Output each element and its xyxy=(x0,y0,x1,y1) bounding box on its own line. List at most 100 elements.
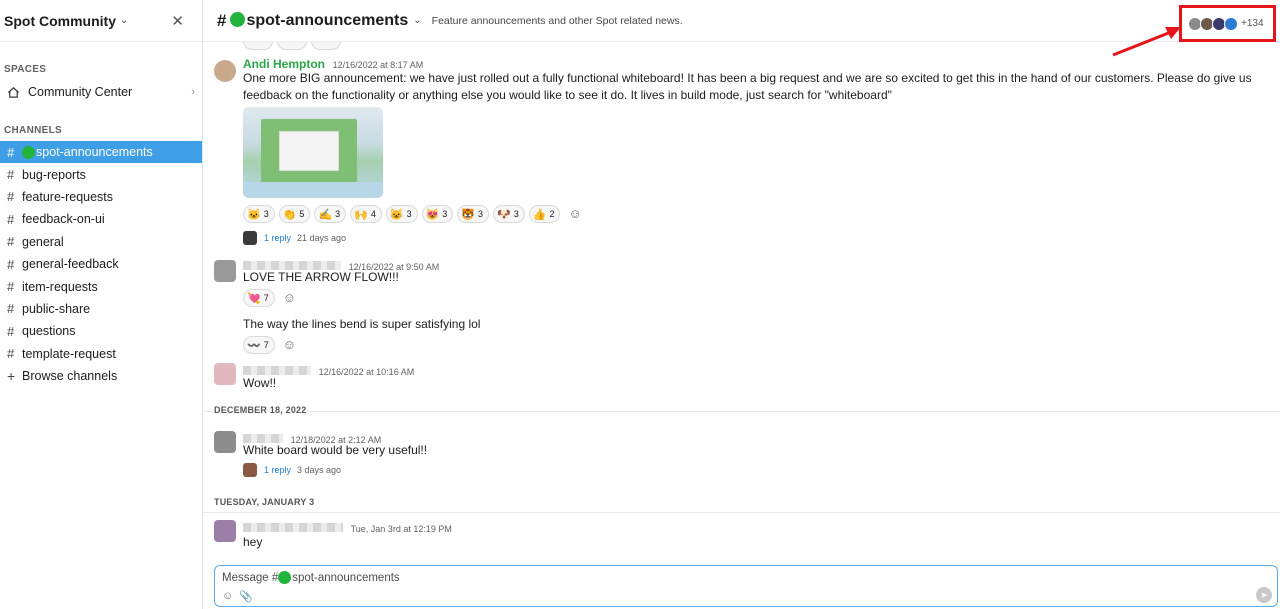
reaction-emoji: 〰️ xyxy=(247,339,261,352)
reaction-emoji: 🐱 xyxy=(247,208,261,221)
sidebar-item-feedback-on-ui[interactable]: # feedback-on-ui xyxy=(0,208,202,230)
reaction-pill[interactable]: 🐶 3 xyxy=(493,205,525,223)
reaction-pill[interactable] xyxy=(277,42,307,50)
chevron-down-icon[interactable]: ⌄ xyxy=(413,15,421,26)
green-circle-icon xyxy=(278,571,292,584)
emoji-icon[interactable]: ☺ xyxy=(222,590,233,603)
message-input[interactable]: Message # spot-announcements xyxy=(222,571,400,584)
member-count: +134 xyxy=(1241,18,1264,29)
composer-toolbar: ☺ 📎 xyxy=(222,590,253,603)
channel-description: Feature announcements and other Spot rel… xyxy=(431,14,683,27)
avatar[interactable] xyxy=(214,60,236,82)
workspace-name[interactable]: Spot Community xyxy=(4,13,116,29)
reaction-pill[interactable] xyxy=(243,42,273,50)
avatar[interactable] xyxy=(214,520,236,542)
close-icon[interactable]: ✕ xyxy=(171,12,184,30)
send-icon[interactable]: ➤ xyxy=(1256,587,1272,603)
sidebar-item-template-request[interactable]: # template-request xyxy=(0,343,202,365)
browse-channels-button[interactable]: + Browse channels xyxy=(0,365,202,387)
reaction-pill[interactable]: 😻 3 xyxy=(421,205,454,223)
channel-view: # spot-announcements ⌄ Feature announcem… xyxy=(203,0,1280,609)
add-reaction-icon[interactable]: ☺ xyxy=(283,289,296,307)
sidebar-item-spot-announcements[interactable]: # spot-announcements xyxy=(0,141,202,164)
reaction-pill[interactable]: 💘 7 xyxy=(243,289,275,307)
channel-name: spot-announcements xyxy=(246,11,409,29)
date-divider xyxy=(203,512,1280,513)
reaction-pill[interactable]: 🐱 3 xyxy=(243,205,275,223)
sidebar-item-general[interactable]: # general xyxy=(0,231,202,253)
hash-icon: # xyxy=(7,234,15,250)
avatar[interactable] xyxy=(214,431,236,453)
message-composer[interactable]: Message # spot-announcements ☺ 📎 ➤ xyxy=(214,565,1278,607)
sidebar-item-questions[interactable]: # questions xyxy=(0,320,202,342)
add-reaction-icon[interactable]: ☺ xyxy=(283,336,296,354)
avatar[interactable] xyxy=(214,363,236,385)
member-avatar xyxy=(1224,16,1238,31)
hash-icon: # xyxy=(7,144,15,160)
timestamp[interactable]: Tue, Jan 3rd at 12:19 PM xyxy=(351,524,452,534)
add-reaction-icon[interactable]: ☺ xyxy=(568,205,581,223)
avatar xyxy=(243,231,257,245)
browse-channels-label: Browse channels xyxy=(22,369,118,384)
hash-icon: # xyxy=(7,167,15,183)
sidebar-item-label: general xyxy=(22,234,64,249)
avatar[interactable] xyxy=(214,260,236,282)
member-avatars-button[interactable]: +134 xyxy=(1179,5,1276,42)
message-text: Wow!! xyxy=(243,376,277,390)
reaction-pill[interactable]: 🐯 3 xyxy=(457,205,490,223)
hash-icon: # xyxy=(7,346,15,362)
hash-icon: # xyxy=(7,256,15,272)
chevron-down-icon[interactable]: ⌄ xyxy=(120,15,128,26)
timestamp[interactable]: 12/16/2022 at 8:17 AM xyxy=(333,60,424,70)
message-text: One more BIG announcement: we have just … xyxy=(243,71,1252,102)
sidebar-item-bug-reports[interactable]: # bug-reports xyxy=(0,163,202,185)
message-text: LOVE THE ARROW FLOW!!! xyxy=(243,270,399,284)
reaction-pill[interactable]: ✍️ 3 xyxy=(314,205,347,223)
author-name[interactable]: Andi Hempton xyxy=(243,57,325,71)
sidebar: Spot Community ⌄ ✕ SPACES Community Cent… xyxy=(0,0,203,609)
whiteboard-image[interactable] xyxy=(243,107,383,198)
reaction-count: 3 xyxy=(478,209,484,219)
sidebar-item-community-center[interactable]: Community Center › xyxy=(0,82,202,102)
timestamp[interactable]: 12/16/2022 at 10:16 AM xyxy=(319,367,415,377)
reply-time: 3 days ago xyxy=(297,465,342,475)
message-text: hey xyxy=(243,535,263,549)
reaction-count: 3 xyxy=(406,209,412,219)
sidebar-item-feature-requests[interactable]: # feature-requests xyxy=(0,186,202,208)
reaction-pill[interactable]: 🙌 4 xyxy=(350,205,382,223)
reaction-pill[interactable]: 〰️ 7 xyxy=(243,336,275,354)
reaction-emoji: 👍 xyxy=(532,208,547,221)
reaction-count: 7 xyxy=(263,293,269,303)
message-text: The way the lines bend is super satisfyi… xyxy=(243,317,481,331)
reaction-pill[interactable]: 👍 2 xyxy=(528,205,561,223)
message-text: White board would be very useful!! xyxy=(243,443,428,457)
reaction-pill[interactable] xyxy=(311,42,341,50)
spaces-section-title: SPACES xyxy=(4,64,47,75)
reaction-count: 3 xyxy=(442,209,448,219)
reply-link[interactable]: 1 reply xyxy=(264,233,291,243)
sidebar-item-public-share[interactable]: # public-share xyxy=(0,298,202,320)
author-name[interactable] xyxy=(243,366,311,375)
hash-icon: # xyxy=(7,301,15,317)
author-name[interactable] xyxy=(243,523,343,532)
reaction-count: 4 xyxy=(370,209,376,219)
reaction-count: 3 xyxy=(513,209,519,219)
workspace-header[interactable]: Spot Community ⌄ ✕ xyxy=(0,0,202,42)
sidebar-item-general-feedback[interactable]: # general-feedback xyxy=(0,253,202,275)
sidebar-item-item-requests[interactable]: # item-requests xyxy=(0,275,202,297)
message-list[interactable]: Andi Hempton 12/16/2022 at 8:17 AM One m… xyxy=(203,42,1280,565)
message-header: Andi Hempton 12/16/2022 at 8:17 AM xyxy=(243,56,423,71)
reaction-count: 3 xyxy=(263,209,269,219)
reply-link[interactable]: 1 reply xyxy=(264,465,291,475)
paperclip-icon[interactable]: 📎 xyxy=(239,590,253,603)
reaction-row xyxy=(243,42,341,50)
reaction-pill[interactable]: 👏 5 xyxy=(278,205,311,223)
thread-reply[interactable]: 1 reply 3 days ago xyxy=(243,463,341,477)
hash-icon: # xyxy=(217,10,227,30)
green-circle-icon xyxy=(230,11,246,27)
channels-section-title: CHANNELS xyxy=(4,125,62,136)
reaction-row: 〰️ 7 ☺ xyxy=(243,336,296,354)
reaction-pill[interactable]: 😺 3 xyxy=(385,205,418,223)
thread-reply[interactable]: 1 reply 21 days ago xyxy=(243,231,346,245)
channel-title[interactable]: spot-announcements xyxy=(230,11,409,30)
